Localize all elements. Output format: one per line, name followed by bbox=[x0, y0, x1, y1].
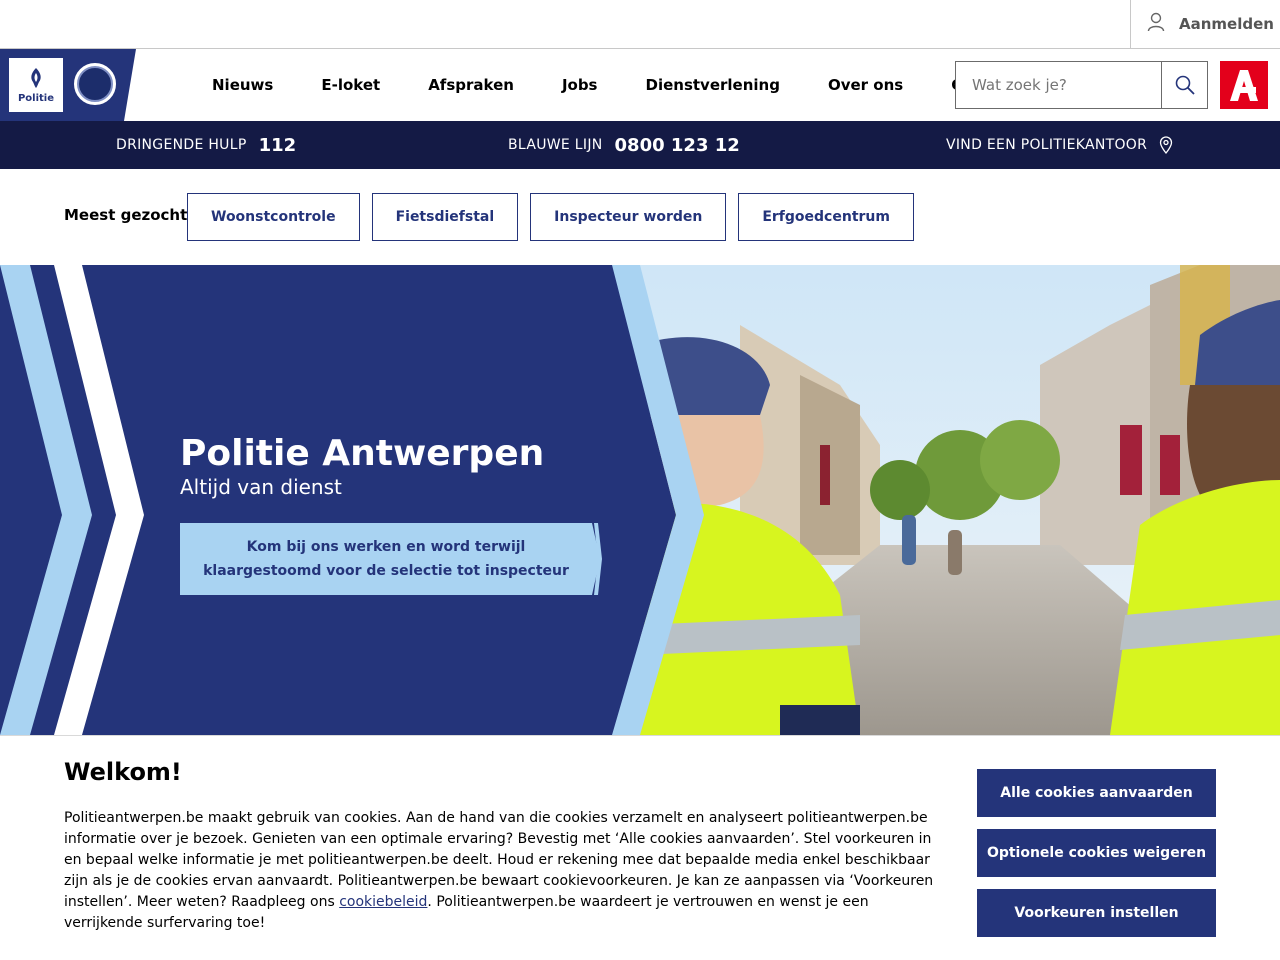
antwerpen-logo[interactable] bbox=[1220, 61, 1268, 109]
user-icon bbox=[1147, 12, 1165, 36]
hero-photo bbox=[640, 265, 1280, 735]
popular-searches: Meest gezocht Woonstcontrole Fietsdiefst… bbox=[0, 169, 1280, 265]
politie-logo-text: Politie bbox=[17, 92, 55, 104]
find-office-label: VIND EEN POLITIEKANTOOR bbox=[946, 137, 1148, 153]
hero-cta-button[interactable]: Kom bij ons werken en word terwijl klaar… bbox=[180, 523, 602, 595]
accept-all-cookies-button[interactable]: Alle cookies aanvaarden bbox=[977, 769, 1216, 817]
cookie-policy-link[interactable]: cookiebeleid bbox=[339, 894, 427, 910]
popular-title: Meest gezocht bbox=[64, 206, 188, 224]
nav-nieuws[interactable]: Nieuws bbox=[188, 76, 297, 94]
blue-line-label: BLAUWE LIJN bbox=[508, 137, 603, 153]
main-header: Politie Nieuws E-loket Afspraken Jobs Di… bbox=[0, 49, 1280, 121]
location-pin-icon bbox=[1160, 136, 1173, 154]
tag-erfgoedcentrum[interactable]: Erfgoedcentrum bbox=[738, 193, 914, 241]
nav-afspraken[interactable]: Afspraken bbox=[404, 76, 538, 94]
cookie-text: Politieantwerpen.be maakt gebruik van co… bbox=[64, 808, 944, 934]
politie-logo[interactable]: Politie bbox=[9, 58, 63, 112]
hero-title: Politie Antwerpen bbox=[180, 433, 545, 474]
police-seal-logo bbox=[74, 63, 116, 105]
hero-banner: Politie Antwerpen Altijd van dienst Kom … bbox=[0, 265, 1280, 735]
top-bar: Aanmelden bbox=[0, 0, 1280, 49]
blue-line-number: 0800 123 12 bbox=[614, 134, 740, 156]
search-icon bbox=[1175, 75, 1195, 95]
hero-subtitle: Altijd van dienst bbox=[180, 475, 342, 499]
refuse-optional-cookies-button[interactable]: Optionele cookies weigeren bbox=[977, 829, 1216, 877]
urgent-help[interactable]: DRINGENDE HULP 112 bbox=[116, 121, 296, 169]
nav-e-loket[interactable]: E-loket bbox=[297, 76, 404, 94]
blue-line[interactable]: BLAUWE LIJN 0800 123 12 bbox=[508, 121, 740, 169]
antwerpen-a-icon bbox=[1230, 70, 1258, 101]
urgent-help-label: DRINGENDE HULP bbox=[116, 137, 247, 153]
cookie-preferences-button[interactable]: Voorkeuren instellen bbox=[977, 889, 1216, 937]
cookie-banner: Welkom! Politieantwerpen.be maakt gebrui… bbox=[0, 735, 1280, 960]
hero-background bbox=[0, 265, 1280, 735]
politie-flame-icon bbox=[31, 67, 41, 88]
login-button[interactable]: Aanmelden bbox=[1130, 0, 1280, 48]
urgent-help-number: 112 bbox=[258, 134, 297, 156]
tag-woonstcontrole[interactable]: Woonstcontrole bbox=[187, 193, 360, 241]
hero-cta-label: Kom bij ons werken en word terwijl klaar… bbox=[203, 539, 569, 579]
nav-over-ons[interactable]: Over ons bbox=[804, 76, 927, 94]
find-office-link[interactable]: VIND EEN POLITIEKANTOOR bbox=[946, 121, 1173, 169]
search-box bbox=[955, 61, 1208, 109]
tag-fietsdiefstal[interactable]: Fietsdiefstal bbox=[371, 193, 519, 241]
nav-jobs[interactable]: Jobs bbox=[538, 76, 622, 94]
popular-tags: Woonstcontrole Fietsdiefstal Inspecteur … bbox=[187, 193, 914, 241]
info-bar: DRINGENDE HULP 112 BLAUWE LIJN 0800 123 … bbox=[0, 121, 1280, 169]
search-button[interactable] bbox=[1161, 62, 1207, 108]
login-label: Aanmelden bbox=[1179, 15, 1274, 33]
tag-inspecteur-worden[interactable]: Inspecteur worden bbox=[530, 193, 727, 241]
cookie-title: Welkom! bbox=[64, 758, 182, 786]
main-nav: Nieuws E-loket Afspraken Jobs Dienstverl… bbox=[188, 49, 1041, 121]
nav-dienstverlening[interactable]: Dienstverlening bbox=[622, 76, 804, 94]
search-input[interactable] bbox=[956, 62, 1161, 108]
